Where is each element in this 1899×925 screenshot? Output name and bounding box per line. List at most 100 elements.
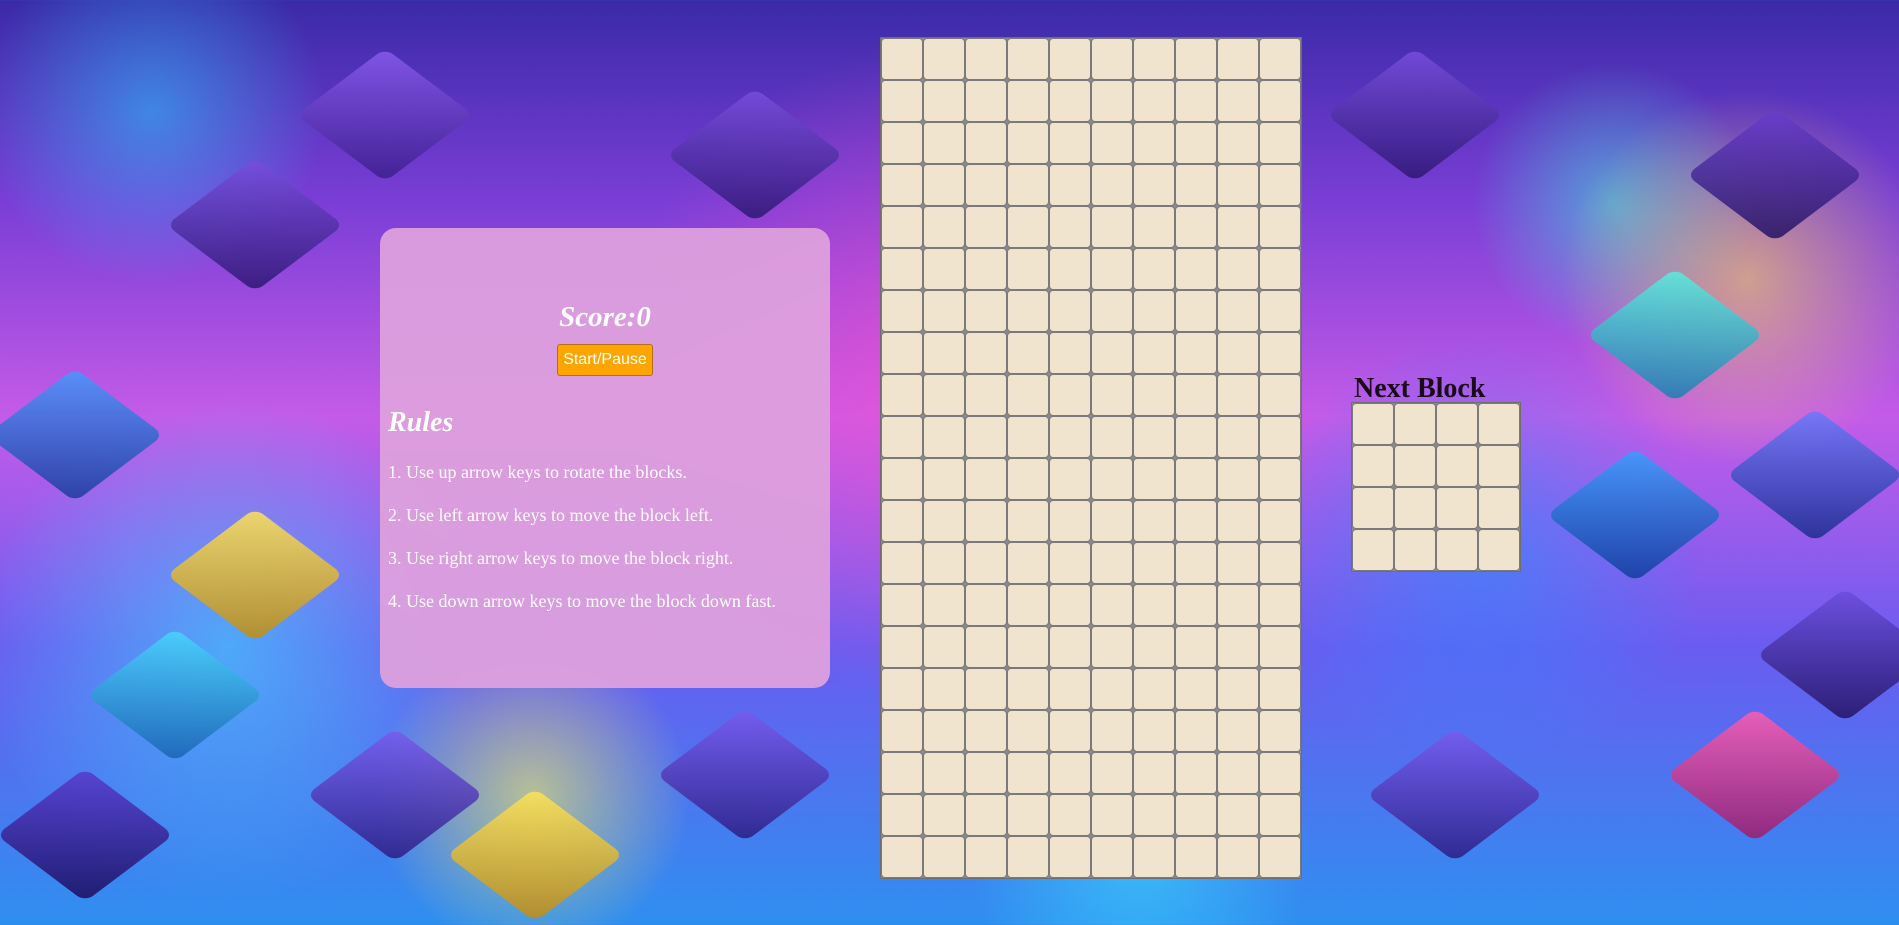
board-cell	[1175, 164, 1217, 206]
start-pause-button[interactable]: Start/Pause	[557, 344, 653, 376]
board-cell	[1091, 122, 1133, 164]
board-cell	[881, 710, 923, 752]
board-cell	[1007, 80, 1049, 122]
board-cell	[1007, 416, 1049, 458]
board-cell	[1217, 542, 1259, 584]
board-cell	[1049, 500, 1091, 542]
board-cell	[965, 374, 1007, 416]
board-cell	[1133, 584, 1175, 626]
next-block-heading: Next Block	[1354, 373, 1486, 404]
next-block-cell	[1352, 445, 1394, 487]
board-cell	[965, 836, 1007, 878]
board-cell	[965, 626, 1007, 668]
board-cell	[1049, 626, 1091, 668]
board-cell	[923, 416, 965, 458]
board-cell	[881, 542, 923, 584]
board-cell	[1259, 290, 1301, 332]
board-cell	[1175, 500, 1217, 542]
board-cell	[1049, 458, 1091, 500]
board-cell	[1049, 206, 1091, 248]
board-cell	[965, 584, 1007, 626]
board-cell	[1007, 626, 1049, 668]
board-cell	[1091, 290, 1133, 332]
board-cell	[965, 752, 1007, 794]
board-cell	[881, 416, 923, 458]
board-cell	[1133, 374, 1175, 416]
next-block-cell	[1352, 403, 1394, 445]
board-cell	[1175, 542, 1217, 584]
next-block-cell	[1394, 487, 1436, 529]
board-cell	[923, 668, 965, 710]
board-cell	[1217, 38, 1259, 80]
board-cell	[1091, 500, 1133, 542]
board-cell	[1175, 122, 1217, 164]
board-cell	[1259, 164, 1301, 206]
board-cell	[1007, 836, 1049, 878]
background-cube	[1666, 708, 1844, 842]
board-cell	[1217, 668, 1259, 710]
board-cell	[1133, 248, 1175, 290]
background-cube	[0, 368, 164, 502]
board-cell	[1007, 794, 1049, 836]
board-cell	[1007, 500, 1049, 542]
board-cell	[923, 710, 965, 752]
board-cell	[1091, 248, 1133, 290]
board-cell	[1259, 38, 1301, 80]
background-cube	[656, 708, 834, 842]
board-cell	[1007, 668, 1049, 710]
board-cell	[1259, 248, 1301, 290]
board-cell	[1217, 710, 1259, 752]
board-cell	[1217, 248, 1259, 290]
board-cell	[1133, 458, 1175, 500]
board-cell	[1175, 626, 1217, 668]
board-cell	[965, 500, 1007, 542]
board-cell	[965, 38, 1007, 80]
board-cell	[1091, 332, 1133, 374]
board-cell	[1217, 164, 1259, 206]
board-cell	[1007, 38, 1049, 80]
board-cell	[1133, 38, 1175, 80]
game-board[interactable]	[881, 38, 1301, 878]
board-cell	[923, 626, 965, 668]
board-cell	[1217, 80, 1259, 122]
board-cell	[1259, 542, 1301, 584]
board-cell	[881, 206, 923, 248]
board-cell	[1091, 164, 1133, 206]
board-cell	[1217, 332, 1259, 374]
board-cell	[923, 836, 965, 878]
background-cube	[666, 88, 844, 222]
background-cube	[86, 628, 264, 762]
board-cell	[965, 668, 1007, 710]
button-container: Start/Pause	[388, 344, 822, 376]
board-cell	[881, 626, 923, 668]
board-cell	[1091, 584, 1133, 626]
board-cell	[1091, 80, 1133, 122]
board-cell	[1007, 584, 1049, 626]
board-cell	[1049, 836, 1091, 878]
board-cell	[1217, 374, 1259, 416]
board-cell	[1175, 80, 1217, 122]
board-cell	[1217, 458, 1259, 500]
next-block-cell	[1478, 487, 1520, 529]
board-cell	[965, 248, 1007, 290]
board-cell	[1175, 290, 1217, 332]
board-cell	[1133, 836, 1175, 878]
next-block-cell	[1352, 487, 1394, 529]
background-cube	[166, 508, 344, 642]
board-cell	[1259, 374, 1301, 416]
background-cube	[1686, 108, 1864, 242]
board-cell	[881, 458, 923, 500]
board-cell	[1007, 206, 1049, 248]
score-rules-panel: Score:0 Start/Pause Rules 1. Use up arro…	[380, 228, 830, 688]
board-cell	[1259, 206, 1301, 248]
board-cell	[1007, 122, 1049, 164]
board-cell	[1007, 710, 1049, 752]
board-cell	[1217, 626, 1259, 668]
board-cell	[881, 668, 923, 710]
background-cube	[446, 788, 624, 922]
background-cube	[1726, 408, 1899, 542]
board-cell	[1175, 710, 1217, 752]
board-cell	[1049, 38, 1091, 80]
rule-item: 3. Use right arrow keys to move the bloc…	[388, 548, 734, 568]
board-cell	[1091, 542, 1133, 584]
